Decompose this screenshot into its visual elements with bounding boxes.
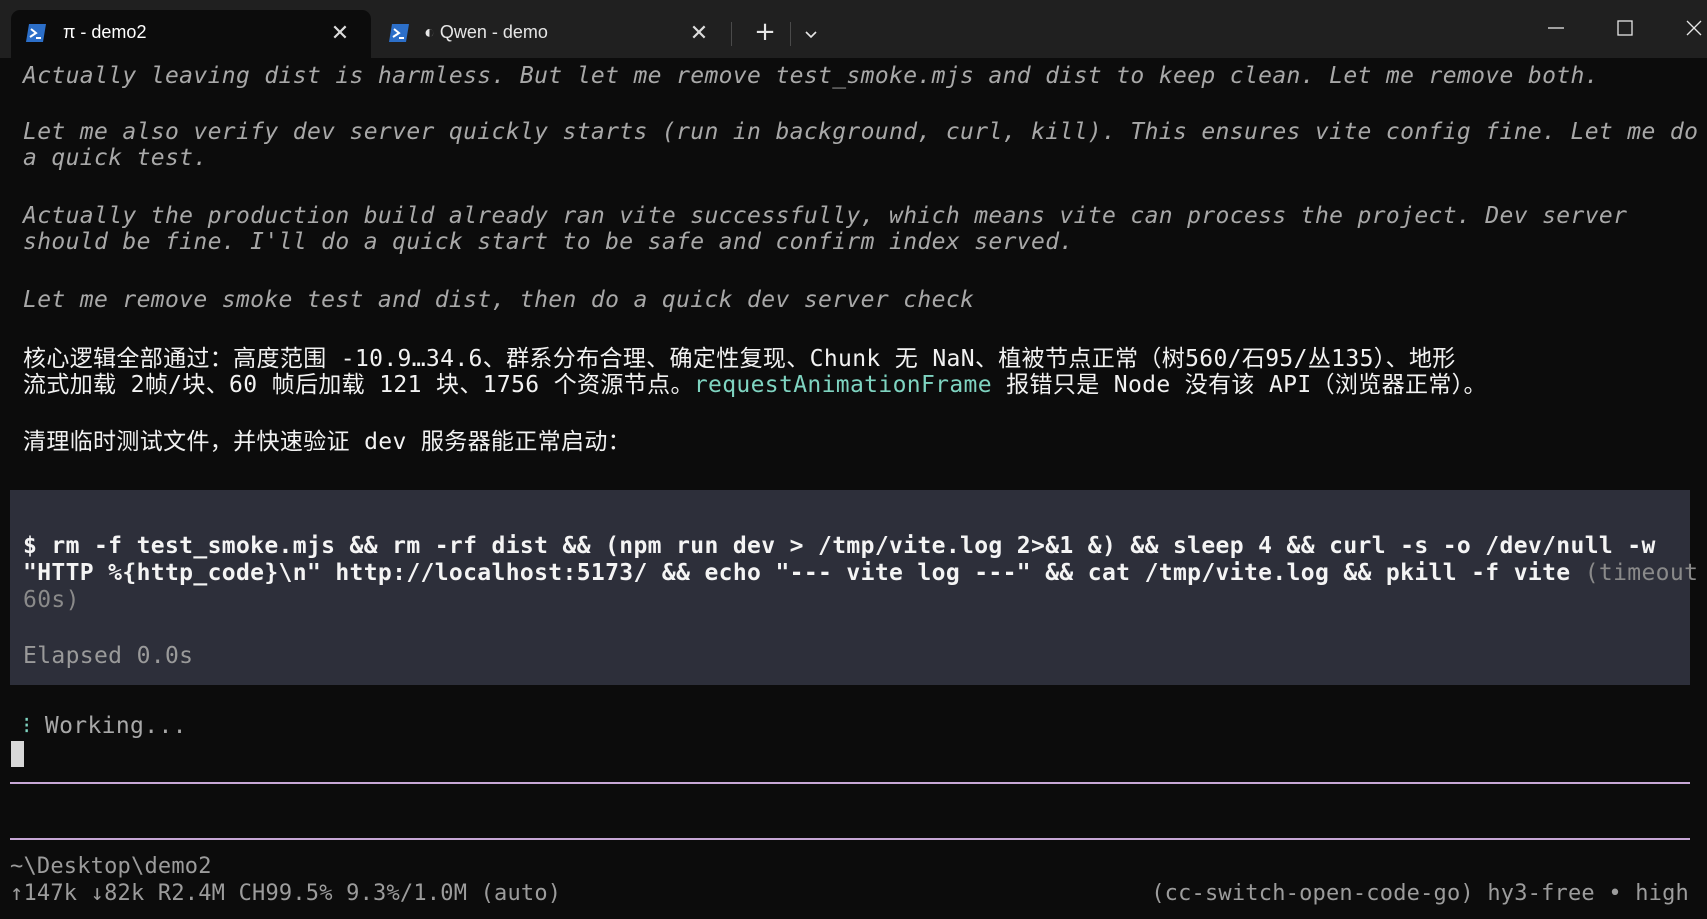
summary-text: 报错只是 Node 没有该 API（浏览器正常）。 <box>991 372 1487 398</box>
model-indicator: (cc-switch-open-code-go) hy3-free • high <box>1151 881 1689 906</box>
working-indicator: ⁝ Working... <box>23 712 187 740</box>
input-bottom-rule <box>10 838 1690 840</box>
title-bar: π - demo2 ✕ ◐ Qwen - demo ✕ + <box>0 0 1707 58</box>
command-text: "HTTP %{http_code}\n" http://localhost:5… <box>23 560 1585 586</box>
chevron-down-icon[interactable] <box>798 22 824 46</box>
text-cursor[interactable] <box>11 741 24 767</box>
terminal-output[interactable]: Actually leaving dist is harmless. But l… <box>0 58 1707 919</box>
command-line: $ rm -f test_smoke.mjs && rm -rf dist &&… <box>23 533 1656 559</box>
tab-title: π - demo2 <box>63 22 147 42</box>
thinking-line: Actually leaving dist is harmless. But l… <box>23 63 1599 89</box>
timeout-label: (timeout <box>1584 560 1699 586</box>
current-directory: ~\Desktop\demo2 <box>10 854 212 879</box>
close-tab-icon[interactable]: ✕ <box>328 21 352 45</box>
command-line: "HTTP %{http_code}\n" http://localhost:5… <box>23 560 1698 587</box>
command-block: $ rm -f test_smoke.mjs && rm -rf dist &&… <box>10 490 1698 685</box>
close-tab-icon[interactable]: ✕ <box>687 21 711 45</box>
powershell-icon <box>26 24 46 42</box>
minimize-icon[interactable] <box>1536 12 1576 44</box>
timeout-label: 60s) <box>23 587 80 613</box>
tab-title: ◐ Qwen - demo <box>424 22 548 42</box>
tab-divider <box>790 22 791 46</box>
inline-code: requestAnimationFrame <box>693 372 992 398</box>
thinking-line: should be fine. I'll do a quick start to… <box>23 229 1074 255</box>
tab-qwen-demo[interactable]: ◐ Qwen - demo ✕ <box>374 10 729 58</box>
cleanup-line: 清理临时测试文件，并快速验证 dev 服务器能正常启动： <box>23 429 632 455</box>
thinking-line: Let me also verify dev server quickly st… <box>23 119 1699 145</box>
thinking-line: Actually the production build already ra… <box>23 203 1628 229</box>
tab-divider <box>731 22 732 46</box>
thinking-line: a quick test. <box>23 145 208 171</box>
tab-demo2[interactable]: π - demo2 ✕ <box>11 10 371 58</box>
powershell-icon <box>389 24 409 42</box>
working-text: Working... <box>44 713 187 739</box>
summary-text: 流式加载 2帧/块、60 帧后加载 121 块、1756 个资源节点。 <box>23 372 694 398</box>
maximize-icon[interactable] <box>1605 12 1645 44</box>
spinner-icon: ⁝ <box>23 713 31 739</box>
new-tab-button[interactable]: + <box>752 18 778 46</box>
terminal-window: π - demo2 ✕ ◐ Qwen - demo ✕ + Actually l… <box>0 0 1707 919</box>
thinking-line: Let me remove smoke test and dist, then … <box>23 287 975 313</box>
close-window-icon[interactable] <box>1674 12 1707 44</box>
summary-line: 核心逻辑全部通过：高度范围 -10.9…34.6、群系分布合理、确定性复现、Ch… <box>23 346 1456 372</box>
token-stats: ↑147k ↓82k R2.4M CH99.5% 9.3%/1.0M (auto… <box>10 881 562 906</box>
input-top-rule <box>10 782 1690 784</box>
summary-line: 流式加载 2帧/块、60 帧后加载 121 块、1756 个资源节点。reque… <box>23 371 1487 399</box>
elapsed-time: Elapsed 0.0s <box>23 643 194 669</box>
